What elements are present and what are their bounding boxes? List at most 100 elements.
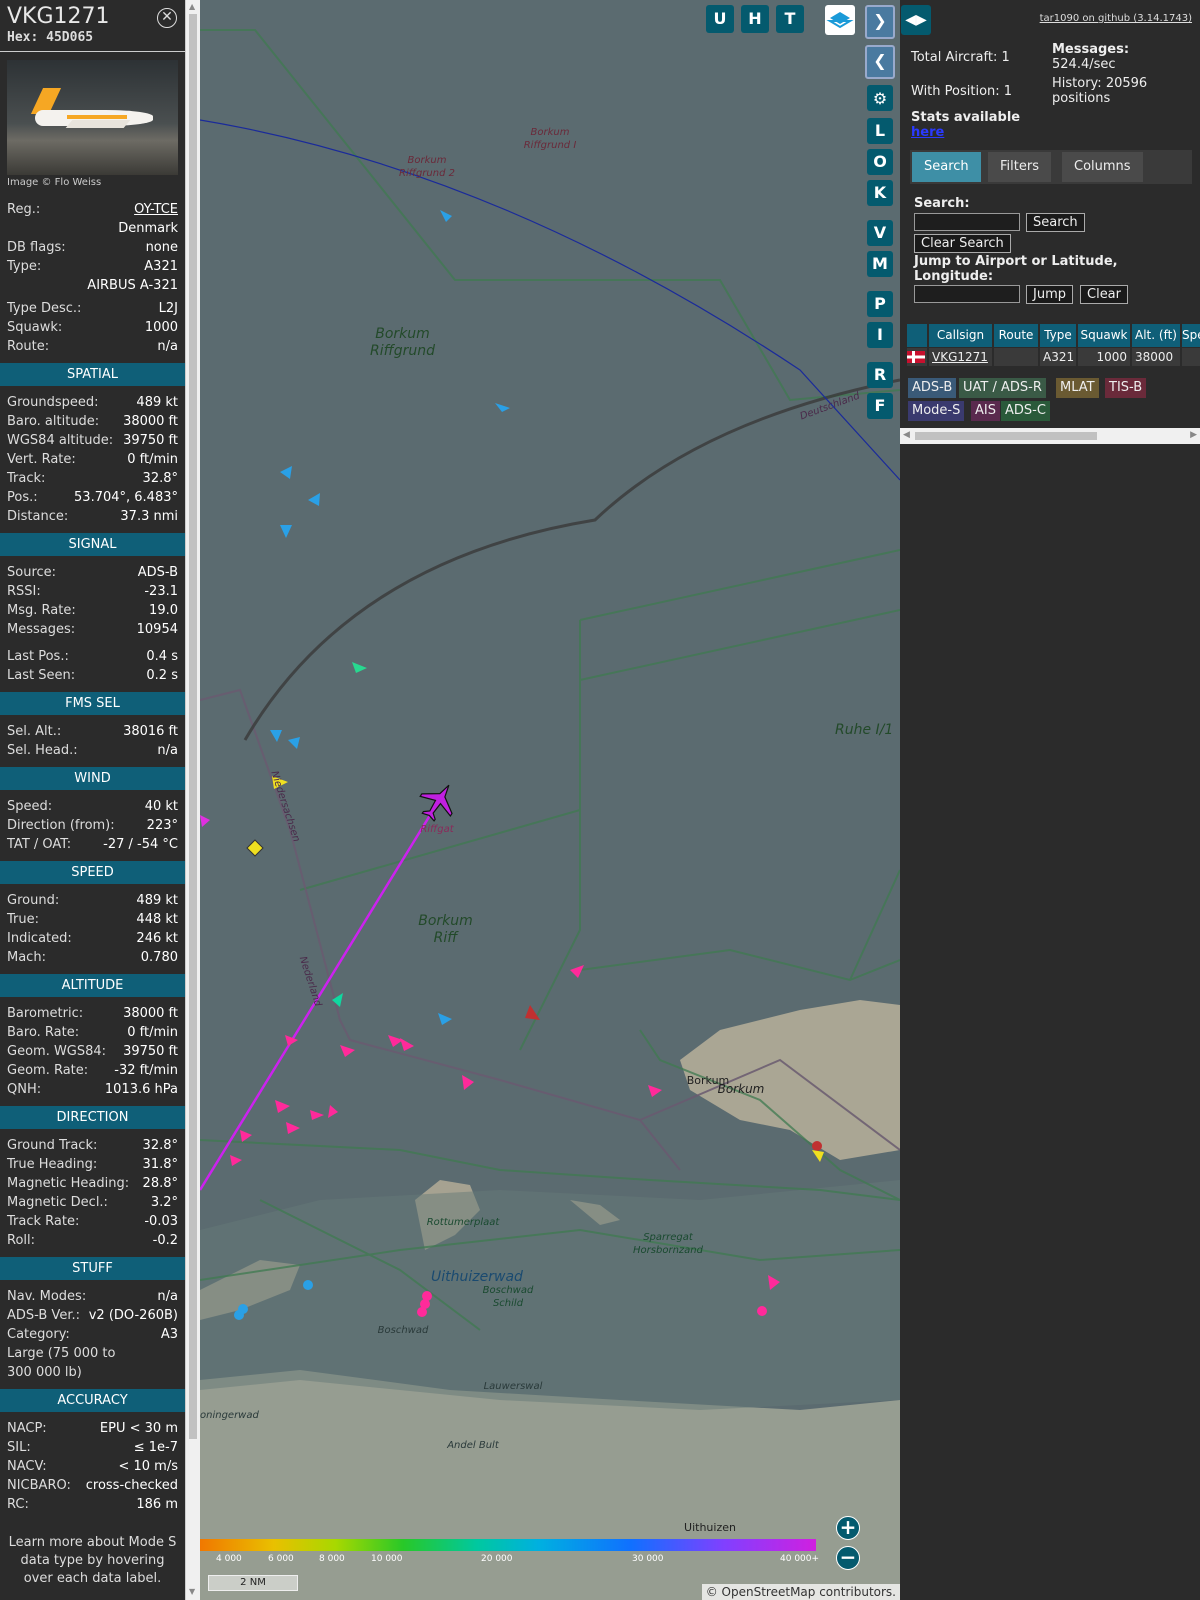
info-key: NACP:	[7, 1421, 47, 1436]
info-row: Roll: -0.2	[0, 1231, 185, 1250]
gear-icon[interactable]: ⚙	[867, 85, 893, 111]
info-row: Speed: 40 kt	[0, 797, 185, 816]
column-header[interactable]: Callsign	[929, 324, 992, 347]
info-value: 0 ft/min	[127, 1025, 178, 1040]
zoom-in-button[interactable]: +	[836, 1516, 860, 1540]
tab-columns[interactable]: Columns	[1062, 152, 1143, 182]
tab-search[interactable]: Search	[912, 152, 981, 182]
map-button-h[interactable]: H	[741, 5, 769, 33]
info-scrollbar[interactable]: ▲ ▼	[185, 0, 200, 1600]
map-label-borkum-riffgrund-2: Borkum Riffgrund 2	[399, 155, 455, 179]
stats-link[interactable]: here	[911, 125, 944, 140]
colorbar-tick: 8 000	[319, 1554, 345, 1564]
map-button-u[interactable]: U	[706, 5, 734, 33]
info-row: Vert. Rate: 0 ft/min	[0, 450, 185, 469]
info-value: 39750 ft	[123, 1044, 178, 1059]
map-button-f[interactable]: F	[867, 393, 893, 419]
info-key: Magnetic Decl.:	[7, 1195, 108, 1210]
map-button-p[interactable]: P	[867, 291, 893, 317]
info-value: -32 ft/min	[114, 1063, 178, 1078]
chevron-right-icon[interactable]: ❯	[865, 5, 895, 39]
selected-hex: Hex: 45D065	[7, 30, 94, 45]
scroll-up-icon[interactable]: ▲	[189, 3, 195, 11]
info-value: 1000	[144, 320, 178, 335]
info-row: Msg. Rate: 19.0	[0, 601, 185, 620]
section-header-direction: DIRECTION	[0, 1106, 185, 1129]
info-key: SIL:	[7, 1440, 31, 1455]
map-button-o[interactable]: O	[867, 149, 893, 175]
search-button[interactable]: Search	[1026, 213, 1085, 232]
table-scrollbar[interactable]: ◀ ▶	[900, 428, 1200, 444]
info-value: A3	[160, 1327, 178, 1342]
info-row: TAT / OAT: -27 / -54 °C	[0, 835, 185, 854]
scroll-down-icon[interactable]: ▼	[189, 1588, 195, 1596]
info-row: Direction (from): 223°	[0, 816, 185, 835]
info-row: Messages: 10954	[0, 620, 185, 639]
map-label-rottumerplaat: Rottumerplaat	[426, 1217, 500, 1228]
source-badge: Mode-S	[908, 401, 965, 421]
jump-input[interactable]	[914, 285, 1020, 303]
scroll-left-icon[interactable]: ◀	[903, 430, 910, 440]
info-key: NICBARO:	[7, 1478, 71, 1493]
info-value: 38000 ft	[123, 414, 178, 429]
chevron-left-icon[interactable]: ❮	[865, 45, 895, 79]
jump-button[interactable]: Jump	[1026, 285, 1073, 304]
info-row: Ground Track: 32.8°	[0, 1136, 185, 1155]
info-value: -0.2	[152, 1233, 178, 1248]
info-key: DB flags:	[7, 240, 66, 255]
column-header[interactable]: Squawk	[1078, 324, 1130, 347]
clear-search-button[interactable]: Clear Search	[914, 234, 1011, 253]
colorbar-tick: 20 000	[481, 1554, 513, 1564]
row-speed	[1182, 348, 1200, 366]
zoom-out-button[interactable]: −	[836, 1546, 860, 1570]
tab-filters[interactable]: Filters	[988, 152, 1051, 182]
scale-line: 2 NM	[208, 1575, 298, 1591]
map-button-k[interactable]: K	[867, 180, 893, 206]
map-button-v[interactable]: V	[867, 220, 893, 246]
basic-info-list: Reg.: OY-TCE Denmark DB flags: none Type: A321…	[0, 200, 185, 356]
column-header[interactable]: Spe	[1182, 324, 1200, 347]
aircraft-photo[interactable]	[7, 60, 178, 175]
map-attribution[interactable]: © OpenStreetMap contributors.	[701, 1584, 900, 1600]
info-key: Source:	[7, 565, 57, 580]
map-button-m[interactable]: M	[867, 251, 893, 277]
info-value: 19.0	[149, 603, 178, 618]
map-button-t[interactable]: T	[776, 5, 804, 33]
search-input[interactable]	[914, 213, 1020, 231]
column-header[interactable]: Alt. (ft)	[1132, 324, 1180, 347]
info-value: -23.1	[144, 584, 178, 599]
info-key: QNH:	[7, 1082, 42, 1097]
info-value[interactable]: OY-TCE	[134, 200, 178, 219]
info-row: Baro. Rate: 0 ft/min	[0, 1023, 185, 1042]
info-key: Vert. Rate:	[7, 452, 76, 467]
github-link[interactable]: tar1090 on github (3.14.1743)	[1040, 13, 1192, 24]
jump-label: Jump to Airport or Latitude, Longitude:	[914, 254, 1118, 284]
hscroll-thumb[interactable]	[915, 432, 1097, 440]
info-row: Sel. Alt.: 38016 ft	[0, 722, 185, 741]
row-callsign[interactable]: VKG1271	[929, 348, 992, 366]
colorbar-tick: 4 000	[216, 1554, 242, 1564]
info-key: Magnetic Heading:	[7, 1176, 130, 1191]
info-row: Track Rate: -0.03	[0, 1212, 185, 1231]
section-header-spatial: SPATIAL	[0, 363, 185, 386]
info-key: Ground Track:	[7, 1138, 98, 1153]
map-button-i[interactable]: I	[867, 322, 893, 348]
info-value: 0.2 s	[146, 668, 178, 683]
scroll-right-icon[interactable]: ▶	[1190, 430, 1197, 440]
column-header[interactable]: Type	[1040, 324, 1076, 347]
column-header[interactable]: Route	[994, 324, 1038, 347]
scrollbar-thumb[interactable]	[189, 14, 197, 1439]
map-button-l[interactable]: L	[867, 118, 893, 144]
panel-splitter-icon[interactable]: ◀▶	[901, 5, 931, 35]
info-value: ≤ 1e-7	[133, 1440, 178, 1455]
layers-icon[interactable]	[825, 5, 855, 35]
section-header-stuff: STUFF	[0, 1257, 185, 1280]
map-label-boschwad-schild: Boschwad Schild	[482, 1285, 534, 1309]
map-button-r[interactable]: R	[867, 362, 893, 388]
close-icon[interactable]: ✕	[157, 8, 177, 28]
info-value: none	[145, 240, 178, 255]
clear-button[interactable]: Clear	[1080, 285, 1128, 304]
info-key: Nav. Modes:	[7, 1289, 87, 1304]
map-background	[200, 29, 900, 1600]
map-canvas[interactable]: Borkum Riffgrund I Borkum Riffgrund 2 Bo…	[200, 0, 900, 1600]
